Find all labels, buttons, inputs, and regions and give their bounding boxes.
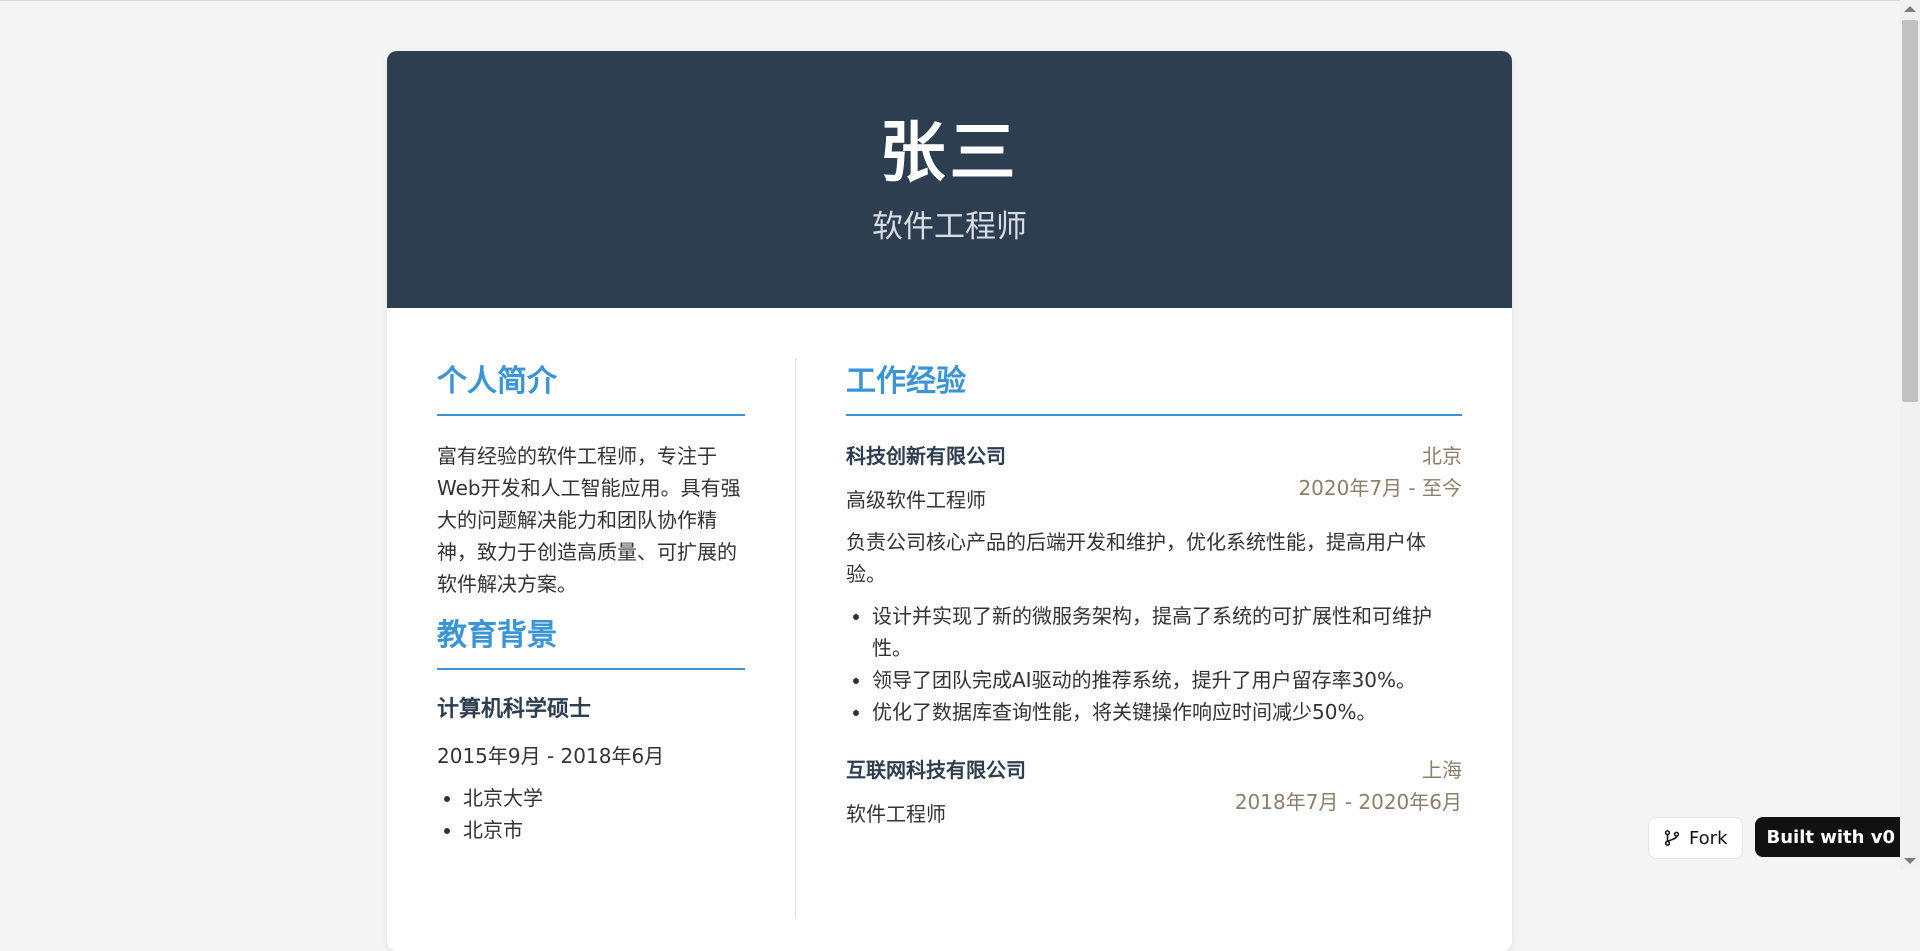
resume-card: 张三 软件工程师 个人简介 富有经验的软件工程师，专注于Web开发和人工智能应用… bbox=[387, 51, 1512, 951]
column-divider bbox=[795, 358, 796, 918]
education-details-list: 北京大学 北京市 bbox=[437, 782, 745, 846]
job-date: 2020年7月 - 至今 bbox=[1298, 472, 1462, 504]
education-city: 北京市 bbox=[463, 814, 745, 846]
job-location: 上海 bbox=[1235, 754, 1462, 786]
job-header: 互联网科技有限公司 软件工程师 上海 2018年7月 - 2020年6月 bbox=[846, 754, 1462, 830]
built-with-v0-button[interactable]: Built with v0 bbox=[1755, 817, 1908, 857]
left-column: 个人简介 富有经验的软件工程师，专注于Web开发和人工智能应用。具有强大的问题解… bbox=[437, 364, 745, 846]
job-company: 互联网科技有限公司 bbox=[846, 754, 1026, 786]
candidate-role: 软件工程师 bbox=[387, 207, 1512, 247]
job-description: 负责公司核心产品的后端开发和维护，优化系统性能，提高用户体验。 bbox=[846, 526, 1462, 590]
scrollbar-thumb[interactable] bbox=[1902, 20, 1918, 402]
page-scrollbar[interactable] bbox=[1900, 0, 1920, 870]
job-highlight: 设计并实现了新的微服务架构，提高了系统的可扩展性和可维护性。 bbox=[872, 600, 1462, 664]
education-title: 教育背景 bbox=[437, 618, 745, 670]
floating-badges: Fork Built with v0 bbox=[1648, 817, 1907, 859]
job-meta: 上海 2018年7月 - 2020年6月 bbox=[1235, 754, 1462, 818]
v0-label: Built with v0 bbox=[1767, 827, 1896, 848]
education-school: 北京大学 bbox=[463, 782, 745, 814]
summary-title: 个人简介 bbox=[437, 364, 745, 416]
job-company: 科技创新有限公司 bbox=[846, 440, 1006, 472]
education-degree: 计算机科学硕士 bbox=[437, 694, 745, 726]
job-header: 科技创新有限公司 高级软件工程师 北京 2020年7月 - 至今 bbox=[846, 440, 1462, 516]
fork-label: Fork bbox=[1689, 828, 1728, 849]
candidate-name: 张三 bbox=[387, 51, 1512, 193]
scroll-down-arrow-icon[interactable] bbox=[1904, 858, 1916, 864]
top-border-line bbox=[0, 0, 1920, 1]
job-meta: 北京 2020年7月 - 至今 bbox=[1298, 440, 1462, 504]
summary-text: 富有经验的软件工程师，专注于Web开发和人工智能应用。具有强大的问题解决能力和团… bbox=[437, 440, 745, 600]
job-entry: 互联网科技有限公司 软件工程师 上海 2018年7月 - 2020年6月 bbox=[846, 754, 1462, 830]
job-highlight: 领导了团队完成AI驱动的推荐系统，提升了用户留存率30%。 bbox=[872, 664, 1462, 696]
job-highlight: 优化了数据库查询性能，将关键操作响应时间减少50%。 bbox=[872, 696, 1462, 728]
right-column: 工作经验 科技创新有限公司 高级软件工程师 北京 2020年7月 - 至今 负责… bbox=[846, 364, 1462, 856]
job-entry: 科技创新有限公司 高级软件工程师 北京 2020年7月 - 至今 负责公司核心产… bbox=[846, 440, 1462, 728]
git-fork-icon bbox=[1663, 829, 1681, 847]
job-highlights-list: 设计并实现了新的微服务架构，提高了系统的可扩展性和可维护性。 领导了团队完成AI… bbox=[846, 600, 1462, 728]
experience-title: 工作经验 bbox=[846, 364, 1462, 416]
resume-header: 张三 软件工程师 bbox=[387, 51, 1512, 308]
job-title: 软件工程师 bbox=[846, 798, 1026, 830]
education-date: 2015年9月 - 2018年6月 bbox=[437, 740, 745, 772]
job-date: 2018年7月 - 2020年6月 bbox=[1235, 786, 1462, 818]
job-title: 高级软件工程师 bbox=[846, 484, 1006, 516]
fork-button[interactable]: Fork bbox=[1648, 817, 1743, 859]
scroll-up-arrow-icon[interactable] bbox=[1904, 6, 1916, 12]
job-location: 北京 bbox=[1298, 440, 1462, 472]
